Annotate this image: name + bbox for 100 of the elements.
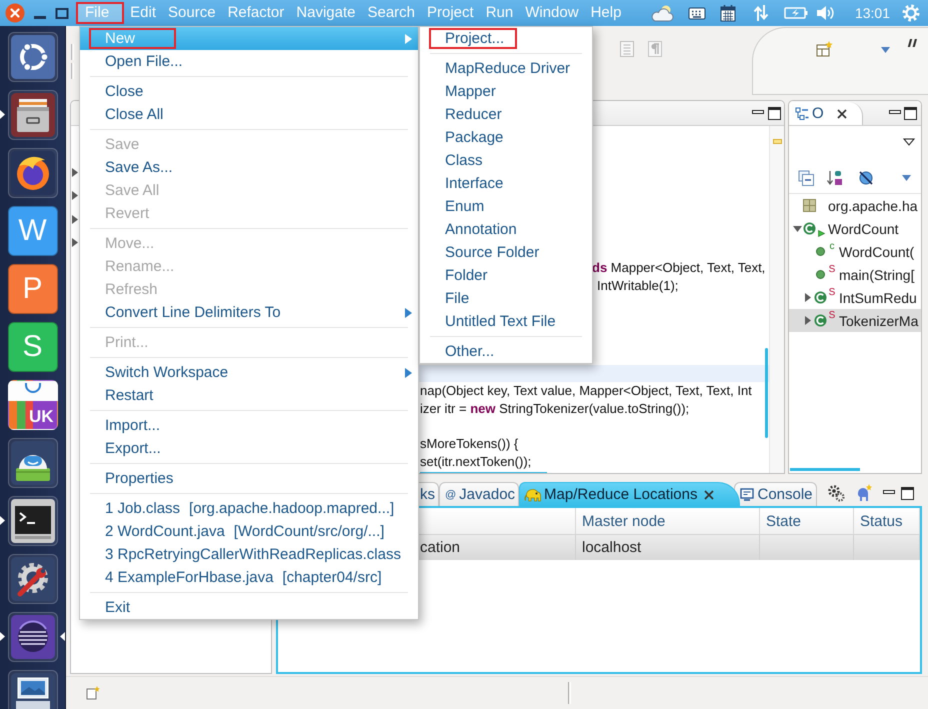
class-icon <box>814 314 827 327</box>
launcher-button[interactable] <box>8 612 58 662</box>
menu-item[interactable]: Close All <box>80 103 418 126</box>
panel-star-icon[interactable] <box>86 686 100 700</box>
terminal-icon <box>10 499 54 543</box>
menu-item[interactable]: Untitled Text File <box>420 310 592 333</box>
tab[interactable]: Console <box>734 482 817 506</box>
launcher-button[interactable] <box>8 90 58 140</box>
column-header[interactable]: Status <box>860 512 903 530</box>
scrollbar-thumb[interactable] <box>790 468 860 471</box>
menu-item[interactable]: Convert Line Delimiters To <box>80 301 418 324</box>
menu-item[interactable]: Interface <box>420 172 592 195</box>
expand-arrow-icon[interactable] <box>72 238 78 248</box>
menu-item[interactable]: Package <box>420 126 592 149</box>
cloud-icon[interactable] <box>650 4 674 22</box>
menu-item[interactable]: Close <box>80 80 418 103</box>
menu-item[interactable]: 3 RpcRetryingCallerWithReadReplicas.class <box>80 543 418 566</box>
close-icon[interactable] <box>703 488 716 500</box>
launcher-button[interactable] <box>8 148 58 198</box>
column-header[interactable]: State <box>766 512 802 530</box>
tree-item[interactable]: org.apache.ha <box>789 194 921 217</box>
menu-item[interactable]: Folder <box>420 264 592 287</box>
tab[interactable]: @ Javadoc <box>439 482 520 506</box>
launcher-button[interactable] <box>8 670 58 709</box>
launcher-button[interactable] <box>8 438 58 488</box>
menu-item[interactable]: 4 ExampleForHbase.java [chapter04/src] <box>80 566 418 589</box>
sort-icon[interactable] <box>827 170 843 186</box>
menu-item[interactable]: Reducer <box>420 103 592 126</box>
tab[interactable]: Map/Reduce Locations <box>519 482 740 506</box>
restore-icon[interactable] <box>55 6 69 20</box>
menu-item[interactable]: Switch Workspace <box>80 361 418 384</box>
outline-list-icon <box>795 106 809 120</box>
menu-item[interactable]: Import... <box>80 414 418 437</box>
elephant-star-icon[interactable] <box>856 484 872 502</box>
method-dot-icon <box>816 247 825 256</box>
battery-icon[interactable] <box>784 7 808 19</box>
modifier-letter: c <box>830 241 834 252</box>
expand-arrow-icon[interactable] <box>805 293 811 302</box>
column-header[interactable]: Master node <box>582 512 666 530</box>
expand-arrow-icon[interactable] <box>805 316 811 325</box>
menu-item[interactable]: Save As... <box>80 156 418 179</box>
collapse-arrow-icon[interactable] <box>792 226 802 232</box>
launcher-button[interactable] <box>8 554 58 604</box>
bag-handle-icon <box>23 383 43 393</box>
modifier-letter: S <box>828 264 836 275</box>
maximize-icon[interactable] <box>768 106 781 120</box>
file-cabinet-icon <box>10 93 54 137</box>
hide-fields-icon[interactable] <box>858 170 874 186</box>
view-tab[interactable]: O <box>789 102 863 125</box>
gears-icon[interactable] <box>827 484 845 502</box>
settings-icon[interactable] <box>902 4 920 22</box>
scrollbar-thumb[interactable] <box>765 348 768 438</box>
modifier-letter: S <box>828 310 836 321</box>
tree-item[interactable]: S main(String[ <box>789 263 921 286</box>
menu-item[interactable]: 1 Job.class [org.apache.hadoop.mapred...] <box>80 497 418 520</box>
annotation-marker-icon[interactable] <box>772 139 782 144</box>
collapse-all-icon[interactable] <box>798 170 814 186</box>
tree-item[interactable]: WordCount <box>789 217 921 240</box>
menu-item[interactable]: Source Folder <box>420 241 592 264</box>
package-icon <box>803 199 816 212</box>
method-dot-icon <box>816 270 825 279</box>
code-line: IntWritable(1); <box>597 276 678 294</box>
code-line: ds Mapper<Object, Text, Text, <box>592 259 766 277</box>
close-icon[interactable] <box>836 108 848 120</box>
launcher-button[interactable] <box>8 496 58 546</box>
menu-item[interactable]: Annotation <box>420 218 592 241</box>
tree-item[interactable]: S TokenizerMa <box>789 309 921 332</box>
speaker-icon[interactable] <box>816 5 834 21</box>
tab[interactable]: ks <box>419 482 439 506</box>
menu-item[interactable]: File <box>420 287 592 310</box>
menu-item[interactable]: Class <box>420 149 592 172</box>
window-star-icon[interactable] <box>816 41 833 57</box>
maximize-icon[interactable] <box>901 486 914 500</box>
dropdown-triangle-icon[interactable] <box>902 175 911 181</box>
menu-item[interactable]: 2 WordCount.java [WordCount/src/org/...] <box>80 520 418 543</box>
menu-item[interactable]: MapReduce Driver <box>420 57 592 80</box>
picture-frames-icon <box>10 673 54 709</box>
expand-arrow-icon[interactable] <box>72 191 78 200</box>
dropdown-triangle-icon[interactable] <box>881 47 890 53</box>
menu-item[interactable]: Other... <box>420 340 592 363</box>
menu-item[interactable]: Export... <box>80 437 418 460</box>
menu-item[interactable]: Project... <box>420 27 592 50</box>
overflow-chevron-icon[interactable] <box>907 39 917 49</box>
expand-arrow-icon[interactable] <box>72 214 78 224</box>
menu-item[interactable]: Restart <box>80 384 418 407</box>
menu-item[interactable]: Open File... <box>80 50 418 73</box>
table-row[interactable]: cation localhost <box>419 535 920 560</box>
maximize-icon[interactable] <box>904 106 917 120</box>
robot-icon <box>10 441 54 485</box>
menu-item[interactable]: Exit <box>80 596 418 619</box>
tree-item[interactable]: c WordCount( <box>789 240 921 263</box>
menu-item[interactable]: Properties <box>80 467 418 490</box>
menu-item[interactable]: Enum <box>420 195 592 218</box>
menu-item[interactable]: Mapper <box>420 80 592 103</box>
up-down-arrows-icon[interactable] <box>752 4 769 22</box>
expand-arrow-icon[interactable] <box>72 168 78 178</box>
view-menu-icon[interactable] <box>903 138 915 146</box>
tree-item[interactable]: S IntSumRedu <box>789 286 921 309</box>
calendar-icon[interactable] <box>720 4 736 22</box>
launcher-button[interactable] <box>8 32 58 82</box>
